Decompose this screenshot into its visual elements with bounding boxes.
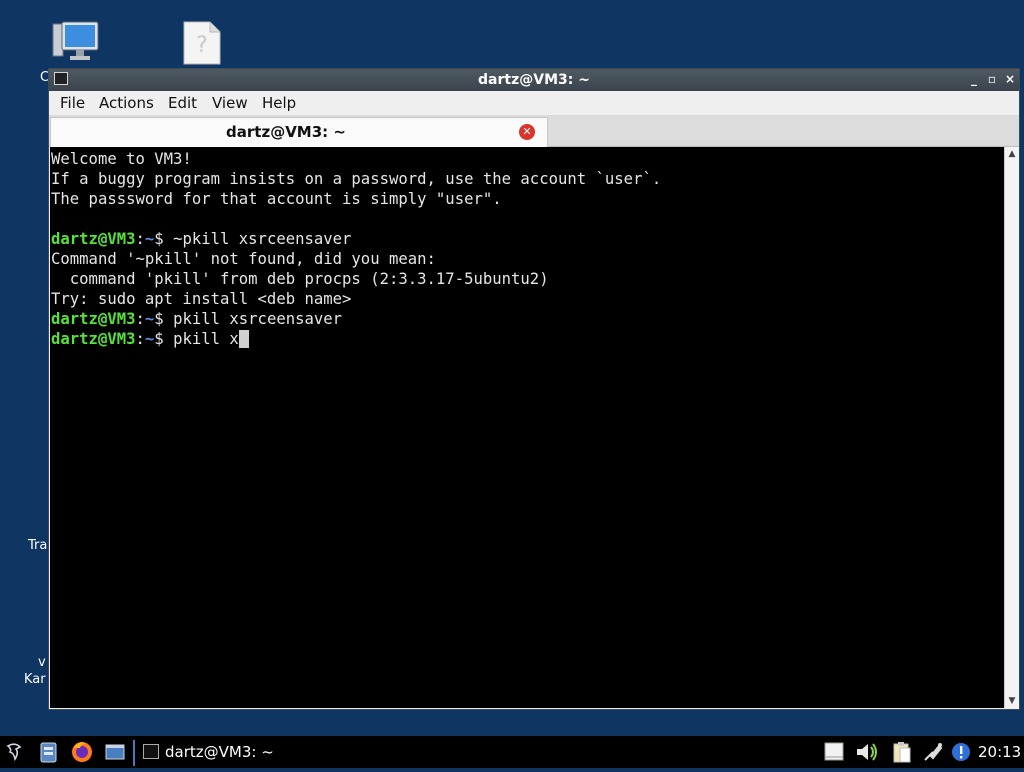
taskbar-task-label: dartz@VM3: ~ xyxy=(165,743,274,761)
computer-icon[interactable] xyxy=(50,20,100,64)
terminal-output-line: Try: sudo apt install <deb name> xyxy=(51,290,352,308)
prompt-separator: : xyxy=(135,330,145,348)
prompt-symbol: $ xyxy=(154,330,174,348)
prompt-path: ~ xyxy=(144,310,155,328)
prompt-separator: : xyxy=(135,230,145,248)
prompt-user: dartz@VM3 xyxy=(51,230,136,248)
tab-bar: dartz@VM3: ~ ✕ xyxy=(49,115,1019,147)
menu-view[interactable]: View xyxy=(212,94,248,112)
prompt-symbol: $ xyxy=(154,310,174,328)
prompt-command: ~pkill xsrceensaver xyxy=(173,230,352,248)
unknown-file-icon[interactable]: ? xyxy=(182,20,222,66)
update-notifier-icon[interactable] xyxy=(950,736,972,768)
terminal-window: dartz@VM3: ~ _ ▫ × File Actions Edit Vie… xyxy=(48,68,1020,710)
prompt-user: dartz@VM3 xyxy=(51,330,136,348)
firefox-icon[interactable] xyxy=(70,736,94,768)
network-icon[interactable] xyxy=(921,736,945,768)
terminal-prompt-line: dartz@VM3:~$ ~pkill xsrceensaver xyxy=(51,229,1004,249)
scrollbar[interactable]: ▲ ▼ xyxy=(1004,147,1019,708)
prompt-path: ~ xyxy=(144,230,155,248)
clock[interactable]: 20:13 xyxy=(978,743,1021,761)
window-titlebar[interactable]: dartz@VM3: ~ _ ▫ × xyxy=(49,69,1019,91)
notes-icon[interactable] xyxy=(823,736,845,768)
file-manager-icon[interactable] xyxy=(38,736,60,768)
terminal-output-line: Command '~pkill' not found, did you mean… xyxy=(51,250,436,268)
terminal-output-line: If a buggy program insists on a password… xyxy=(51,170,662,188)
prompt-command: pkill x xyxy=(173,330,239,348)
maximize-button[interactable]: ▫ xyxy=(985,71,999,87)
scroll-down-icon[interactable]: ▼ xyxy=(1005,694,1019,708)
close-button[interactable]: × xyxy=(1003,71,1017,87)
menu-actions[interactable]: Actions xyxy=(99,94,154,112)
svg-text:?: ? xyxy=(196,33,208,58)
menu-edit[interactable]: Edit xyxy=(168,94,197,112)
minimize-button[interactable]: _ xyxy=(967,71,981,87)
tab-label: dartz@VM3: ~ xyxy=(226,123,346,141)
terminal-output[interactable]: Welcome to VM3! If a buggy program insist… xyxy=(50,147,1004,708)
menu-file[interactable]: File xyxy=(60,94,85,112)
prompt-separator: : xyxy=(135,310,145,328)
terminal-prompt-line: dartz@VM3:~$ pkill xsrceensaver xyxy=(51,309,1004,329)
menu-bar: File Actions Edit View Help xyxy=(49,91,1019,115)
close-icon[interactable]: ✕ xyxy=(519,124,535,140)
terminal-task-icon xyxy=(143,744,159,759)
window-title: dartz@VM3: ~ xyxy=(478,72,590,88)
trash-icon-label: Tra xyxy=(28,538,48,553)
prompt-symbol: $ xyxy=(154,230,174,248)
menu-help[interactable]: Help xyxy=(262,94,296,112)
prompt-user: dartz@VM3 xyxy=(51,310,136,328)
scroll-up-icon[interactable]: ▲ xyxy=(1005,147,1019,161)
desktop-item-label-v: v xyxy=(38,655,46,670)
terminal-output-line: command 'pkill' from deb procps (2:3.3.1… xyxy=(51,270,549,288)
prompt-command: pkill xsrceensaver xyxy=(173,310,343,328)
desktop-item-label-kar: Kar xyxy=(24,672,46,687)
taskbar-task-terminal[interactable]: dartz@VM3: ~ xyxy=(137,738,297,766)
tab-terminal[interactable]: dartz@VM3: ~ ✕ xyxy=(50,117,548,147)
start-menu-icon[interactable] xyxy=(4,736,26,768)
prompt-path: ~ xyxy=(144,330,155,348)
taskbar: dartz@VM3: ~ 20:13 xyxy=(0,736,1024,768)
volume-icon[interactable] xyxy=(854,736,880,768)
taskbar-separator xyxy=(133,740,135,766)
terminal-output-line: The passsword for that account is simply… xyxy=(51,190,502,208)
terminal-prompt-line: dartz@VM3:~$ pkill x xyxy=(51,329,1004,349)
desktop-icon[interactable] xyxy=(104,736,126,768)
terminal-output-line: Welcome to VM3! xyxy=(51,150,192,168)
clipboard-icon[interactable] xyxy=(890,736,914,768)
text-cursor xyxy=(238,330,249,348)
